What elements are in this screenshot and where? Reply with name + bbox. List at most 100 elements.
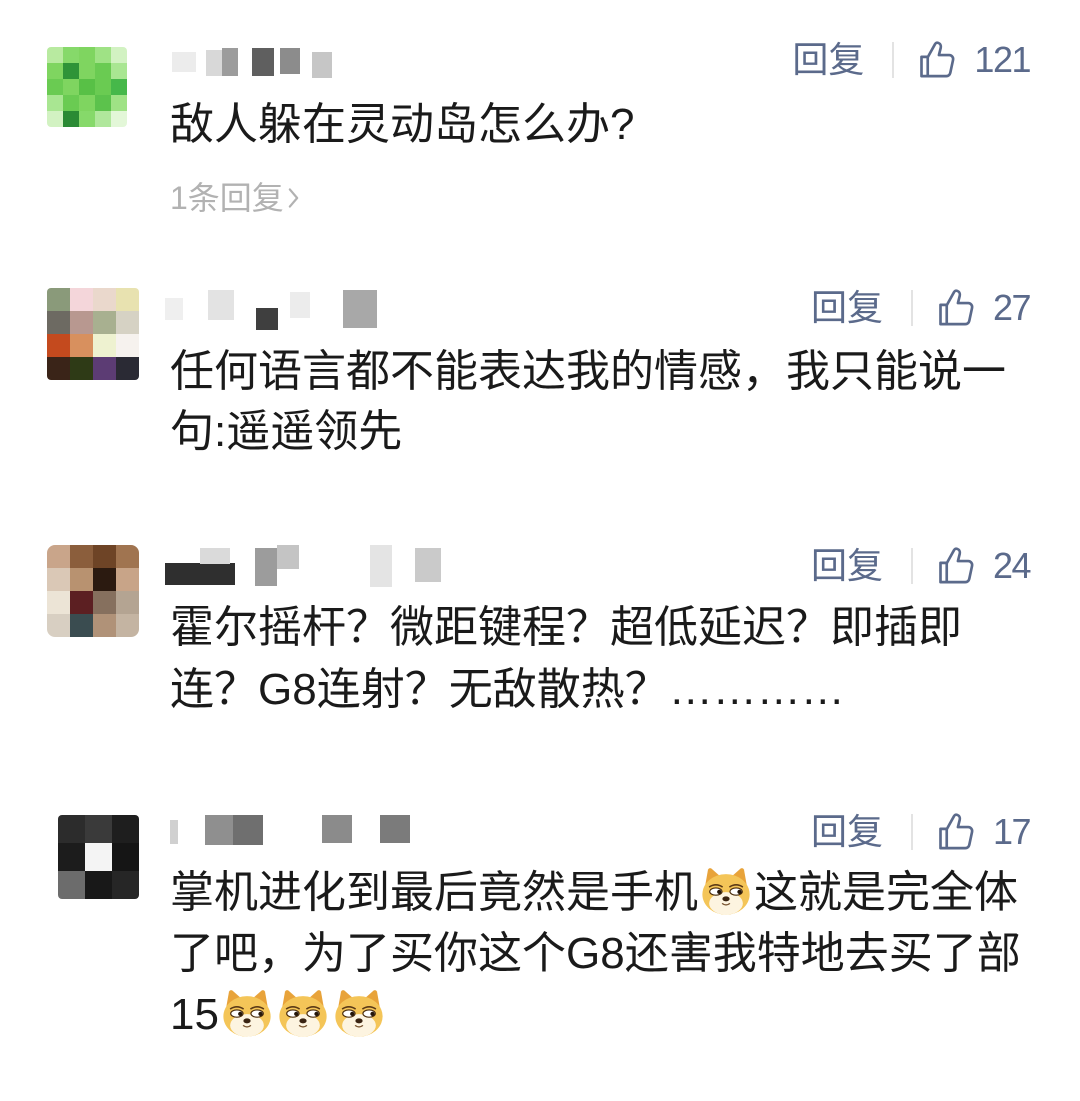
redaction-block — [256, 308, 278, 330]
redaction-block — [165, 563, 235, 585]
avatar-pixel — [93, 568, 116, 591]
comment-text-segment: 敌人躲在灵动岛怎么办? — [170, 100, 635, 149]
comment-line: 霍尔摇杆？微距键程？超低延迟？即插即 — [170, 597, 962, 659]
avatar-pixel — [58, 871, 85, 899]
avatar-pixel — [70, 311, 93, 334]
avatar-pixel — [63, 111, 79, 127]
avatar[interactable] — [58, 815, 139, 899]
redaction-block — [255, 548, 277, 586]
avatar[interactable] — [47, 545, 139, 637]
comment-text-segment: 句:遥遥领先 — [170, 407, 403, 456]
redaction-block — [172, 52, 196, 72]
avatar-pixel — [47, 545, 70, 568]
comment-line: 了吧，为了买你这个G8还害我特地去买了部 — [170, 923, 1021, 984]
doge-emoji — [332, 986, 386, 1040]
avatar-pixel — [70, 288, 93, 311]
like-button[interactable]: 121 — [916, 38, 1031, 82]
avatar-pixel — [116, 545, 139, 568]
comment-text-segment: 连？G8连射？无敌散热？………… — [170, 665, 845, 714]
avatar-pixel — [47, 568, 70, 591]
thumbs-up-icon[interactable] — [935, 810, 979, 854]
redaction-block — [208, 290, 234, 320]
comment-text-segment: 了吧，为了买你这个G8还害我特地去买了部 — [170, 929, 1021, 978]
redaction-block — [165, 298, 183, 320]
reply-button[interactable]: 回复 — [792, 38, 864, 82]
doge-emoji — [220, 986, 274, 1040]
avatar-pixel — [85, 815, 112, 843]
divider — [910, 548, 913, 584]
avatar-pixel — [85, 843, 112, 871]
like-button[interactable]: 27 — [935, 286, 1032, 330]
like-count: 17 — [992, 811, 1032, 852]
avatar-pixel — [58, 815, 85, 843]
redaction-block — [312, 52, 332, 78]
avatar-pixel — [116, 614, 139, 637]
chevron-right-icon — [288, 188, 299, 208]
redaction-block — [233, 815, 263, 845]
avatar-pixel — [63, 63, 79, 79]
avatar-pixel — [116, 288, 139, 311]
avatar-pixel — [112, 815, 139, 843]
avatar-pixel — [95, 47, 111, 63]
avatar-pixel — [63, 47, 79, 63]
avatar-pixel — [70, 591, 93, 614]
avatar-pixel — [93, 334, 116, 357]
comment-text-segment: 霍尔摇杆？微距键程？超低延迟？即插即 — [170, 603, 962, 652]
avatar-pixel — [111, 79, 127, 95]
thumbs-up-icon[interactable] — [916, 38, 960, 82]
thumbs-up-icon[interactable] — [935, 286, 979, 330]
redaction-block — [206, 50, 222, 76]
redaction-block — [322, 815, 352, 843]
redaction-block — [170, 820, 178, 844]
redaction-block — [252, 48, 274, 76]
avatar-pixel — [93, 591, 116, 614]
avatar-pixel — [63, 95, 79, 111]
comment-text-segment: 任何语言都不能表达我的情感，我只能说一 — [170, 347, 1006, 396]
avatar-pixel — [112, 843, 139, 871]
avatar-pixel — [70, 614, 93, 637]
redaction-block — [205, 815, 233, 845]
divider — [910, 814, 913, 850]
like-count: 24 — [992, 545, 1032, 586]
avatar-pixel — [111, 63, 127, 79]
avatar[interactable] — [47, 47, 127, 127]
reply-button[interactable]: 回复 — [811, 286, 883, 330]
avatar-pixel — [93, 545, 116, 568]
like-count: 121 — [974, 39, 1031, 80]
view-replies-link[interactable]: 1条回复 — [170, 178, 300, 218]
avatar-pixel — [70, 357, 93, 380]
avatar-pixel — [116, 357, 139, 380]
avatar-pixel — [93, 614, 116, 637]
like-count: 27 — [992, 287, 1032, 328]
comment-text: 任何语言都不能表达我的情感，我只能说一 句:遥遥领先 — [170, 342, 1006, 462]
avatar-pixel — [93, 311, 116, 334]
avatar[interactable] — [47, 288, 139, 380]
reply-button[interactable]: 回复 — [811, 544, 883, 588]
doge-emoji — [699, 864, 753, 918]
redaction-block — [380, 815, 410, 843]
redaction-block — [200, 548, 230, 564]
username-redacted[interactable] — [170, 46, 340, 82]
like-button[interactable]: 24 — [935, 544, 1032, 588]
avatar-pixel — [47, 47, 63, 63]
redaction-block — [280, 48, 300, 74]
avatar-pixel — [47, 288, 70, 311]
avatar-pixel — [116, 311, 139, 334]
avatar-pixel — [116, 334, 139, 357]
username-redacted[interactable] — [160, 542, 450, 592]
doge-emoji — [276, 986, 330, 1040]
thumbs-up-icon[interactable] — [935, 544, 979, 588]
comment-text: 霍尔摇杆？微距键程？超低延迟？即插即 连？G8连射？无敌散热？………… — [170, 597, 962, 721]
avatar-pixel — [112, 871, 139, 899]
avatar-pixel — [47, 311, 70, 334]
comment-text: 掌机进化到最后竟然是手机 这就是完全体 了吧，为了买你这个G8还害我特地去买了部 … — [170, 862, 1021, 1045]
like-button[interactable]: 17 — [935, 810, 1032, 854]
reply-button[interactable]: 回复 — [811, 810, 883, 854]
comment-actions: 回复 27 — [811, 286, 1032, 330]
avatar-pixel — [47, 63, 63, 79]
username-redacted[interactable] — [165, 812, 415, 848]
comment-line: 掌机进化到最后竟然是手机 这就是完全体 — [170, 862, 1021, 923]
avatar-pixel — [116, 591, 139, 614]
comment-line: 15 — [170, 984, 1021, 1045]
username-redacted[interactable] — [160, 286, 380, 332]
